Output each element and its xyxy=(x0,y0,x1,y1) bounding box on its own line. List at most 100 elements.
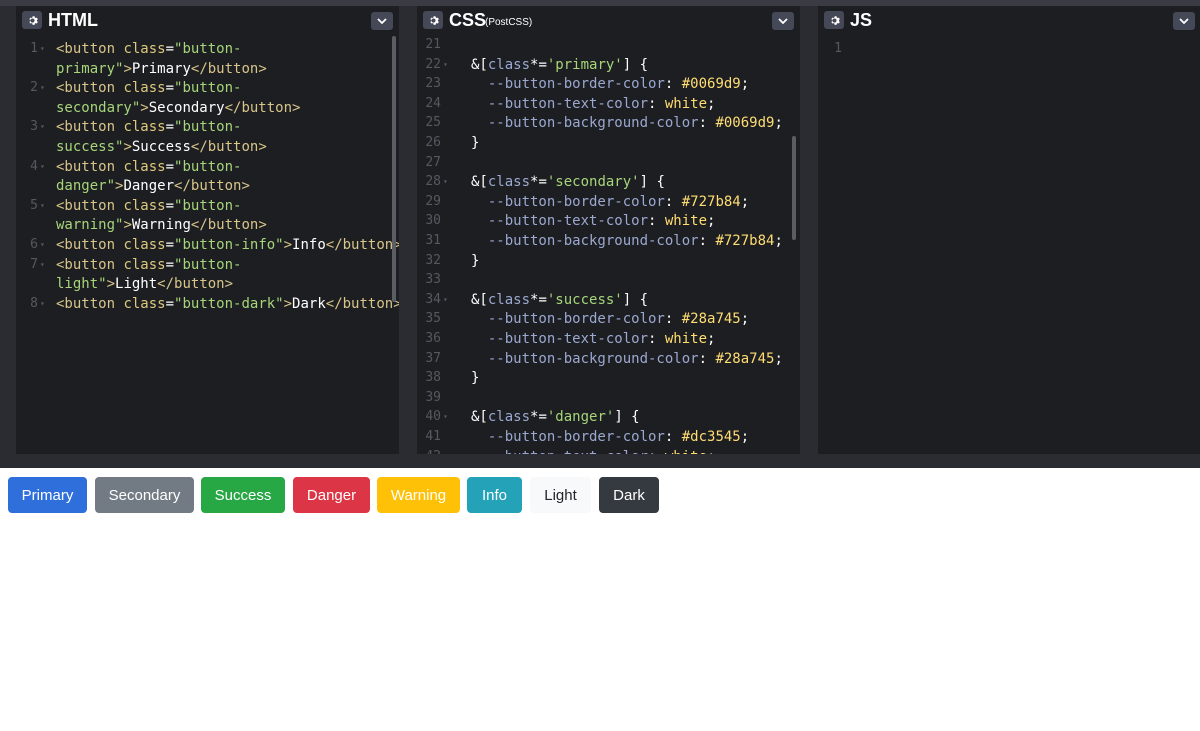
code-token: > xyxy=(123,60,132,77)
preview-button-warning[interactable]: Warning xyxy=(377,477,460,513)
code-line: 30 --button-text-color: white; xyxy=(417,211,800,231)
fold-arrow-icon[interactable]: ▾ xyxy=(40,235,45,255)
preview-button-primary[interactable]: Primary xyxy=(8,477,87,513)
line-number: 4 xyxy=(30,158,38,174)
js-settings-button[interactable] xyxy=(824,11,844,29)
code-token: </button> xyxy=(157,276,234,293)
fold-arrow-icon[interactable]: ▾ xyxy=(40,117,45,137)
code-token: danger" xyxy=(56,178,116,195)
code-token: : xyxy=(648,213,665,230)
code-text: warning">Warning</button> xyxy=(56,215,267,235)
code-token: Dark xyxy=(292,295,326,312)
code-token: class xyxy=(123,158,166,175)
code-token: "button- xyxy=(174,256,242,273)
code-token: Primary xyxy=(131,60,191,77)
css-settings-button[interactable] xyxy=(423,11,443,29)
code-token: : xyxy=(698,115,716,132)
css-js-divider[interactable] xyxy=(800,6,818,454)
fold-arrow-icon[interactable]: ▾ xyxy=(40,78,45,98)
line-number: 1 xyxy=(30,41,38,56)
preview-button-dark[interactable]: Dark xyxy=(599,477,659,513)
code-line: 36 --button-text-color: white; xyxy=(417,329,800,349)
line-number: 30 xyxy=(425,213,441,229)
code-token: class xyxy=(123,256,166,273)
left-gutter[interactable] xyxy=(0,6,16,454)
code-token: Danger xyxy=(123,178,175,195)
fold-arrow-icon[interactable]: ▾ xyxy=(40,196,45,216)
preview-button-danger[interactable]: Danger xyxy=(293,477,370,513)
code-token: <button xyxy=(56,41,124,57)
css-panel-header: CSS (PostCSS) xyxy=(417,6,800,36)
line-number: 28 xyxy=(425,174,441,190)
code-line: 26} xyxy=(417,133,800,153)
code-token: : xyxy=(698,350,716,367)
code-token: = xyxy=(165,197,175,214)
html-scrollbar[interactable] xyxy=(392,36,396,302)
code-text: --button-text-color: white; xyxy=(471,447,716,454)
gear-icon xyxy=(830,15,840,25)
code-token: "button- xyxy=(174,158,242,175)
code-text: <button class="button- xyxy=(56,157,241,177)
fold-arrow-icon[interactable]: ▾ xyxy=(40,255,45,275)
html-css-divider[interactable] xyxy=(399,6,417,454)
html-panel-title: HTML xyxy=(48,10,98,30)
code-text: --button-background-color: #0069d9; xyxy=(471,113,783,133)
code-line: 7 ▾ <button class="button- xyxy=(16,255,399,275)
code-token: } xyxy=(471,135,480,151)
code-line: 22 ▾ &[class*='primary'] { xyxy=(417,55,800,75)
line-number: 31 xyxy=(425,233,441,248)
line-number: 25 xyxy=(425,115,441,131)
code-token: --button-border-color xyxy=(487,76,665,93)
fold-arrow-icon[interactable]: ▾ xyxy=(40,294,45,314)
fold-arrow-icon[interactable]: ▾ xyxy=(40,39,45,59)
line-number: 36 xyxy=(425,331,441,346)
code-token: class xyxy=(123,237,166,253)
html-code-editor[interactable]: 1 ▾ <button class="button-primary">Primary… xyxy=(16,36,399,454)
code-token: &[ xyxy=(471,174,488,191)
line-number: 7 xyxy=(30,256,38,272)
fold-arrow-icon[interactable]: ▾ xyxy=(443,172,448,192)
fold-arrow-icon[interactable]: ▾ xyxy=(443,290,448,310)
fold-arrow-icon[interactable]: ▾ xyxy=(40,157,45,177)
js-menu-button[interactable] xyxy=(1173,12,1195,30)
html-menu-button[interactable] xyxy=(371,12,393,30)
preview-button-light[interactable]: Light xyxy=(530,477,591,513)
code-text: --button-text-color: white; xyxy=(471,211,716,231)
code-token: > xyxy=(283,237,293,253)
code-line: 34 ▾ &[class*='success'] { xyxy=(417,290,800,310)
code-token: "button-dark" xyxy=(174,295,284,312)
code-text: --button-border-color: #28a745; xyxy=(471,309,749,329)
fold-arrow-icon[interactable]: ▾ xyxy=(443,55,448,75)
code-token: 'secondary' xyxy=(546,174,640,191)
code-token: warning" xyxy=(56,217,124,234)
code-token: ; xyxy=(740,311,750,328)
html-settings-button[interactable] xyxy=(22,11,42,29)
code-token: #0069d9 xyxy=(681,76,741,93)
css-scrollbar[interactable] xyxy=(792,136,796,240)
code-text: &[class*='secondary'] { xyxy=(471,172,665,192)
code-token: > xyxy=(283,295,293,312)
code-token: </button> xyxy=(190,139,267,155)
preview-button-success[interactable]: Success xyxy=(201,477,285,513)
js-code-editor[interactable]: 1 xyxy=(818,36,1200,454)
fold-arrow-icon[interactable]: ▾ xyxy=(443,407,448,427)
code-text: --button-background-color: #28a745; xyxy=(471,349,783,369)
code-token: Light xyxy=(115,276,158,293)
code-token: --button-background-color xyxy=(487,115,699,132)
css-menu-button[interactable] xyxy=(772,12,794,30)
code-token: ; xyxy=(774,115,783,132)
code-line: 24 --button-text-color: white; xyxy=(417,94,800,114)
code-token: : xyxy=(648,95,665,112)
code-token: #dc3545 xyxy=(681,429,741,445)
code-token: 'primary' xyxy=(546,56,623,73)
preview-button-secondary[interactable]: Secondary xyxy=(95,477,194,513)
css-code-editor[interactable]: 21 22 ▾ &[class*='primary'] {23 --button-bo… xyxy=(417,36,800,454)
preview-button-info[interactable]: Info xyxy=(467,477,522,513)
code-token: *= xyxy=(530,174,547,191)
line-number: 6 xyxy=(30,237,38,252)
